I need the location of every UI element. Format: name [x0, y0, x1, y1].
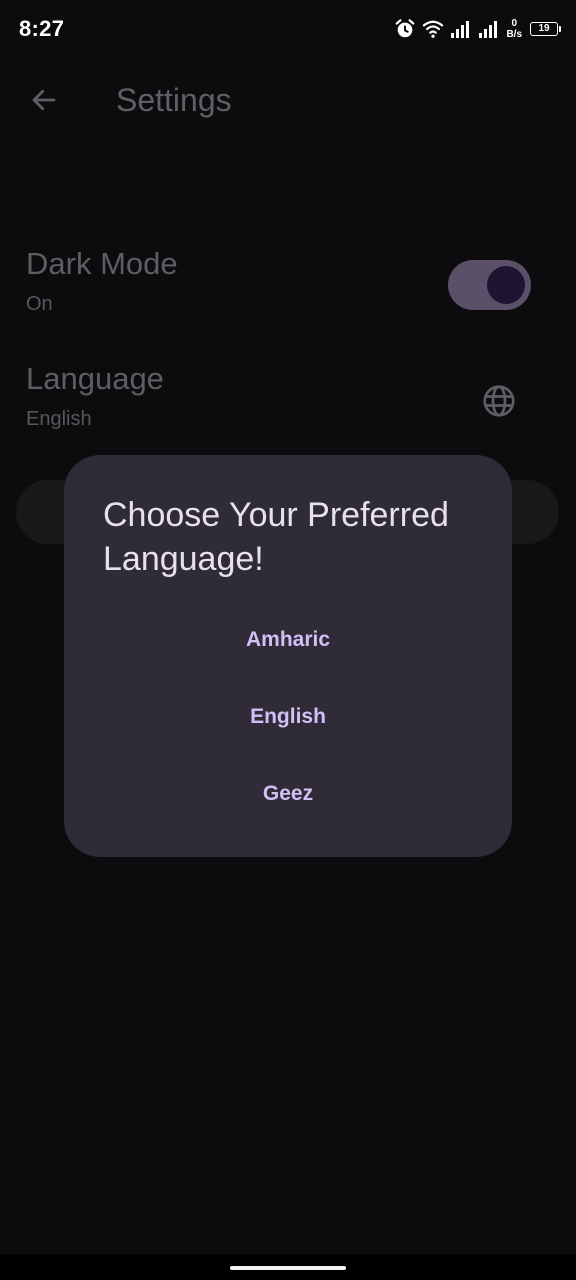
home-indicator[interactable]	[230, 1266, 346, 1270]
battery-icon: 19	[530, 22, 561, 36]
status-bar: 8:27 0 B/s 19	[0, 0, 576, 58]
wifi-icon	[422, 19, 444, 39]
page-title: Settings	[116, 82, 232, 118]
signal-icon-2	[478, 19, 500, 39]
language-option-geez[interactable]: Geez	[64, 766, 512, 822]
signal-icon	[450, 19, 472, 39]
settings-screen: 8:27 0 B/s 19 Settings Dark Mode On Lang…	[0, 0, 576, 1280]
language-title: Language	[26, 361, 164, 396]
status-time: 8:27	[19, 16, 65, 41]
net-speed-value: 0	[511, 18, 517, 29]
dialog-title: Choose Your Preferred Language!	[103, 496, 449, 578]
back-button[interactable]	[22, 80, 66, 124]
status-icons: 0 B/s 19	[394, 16, 561, 42]
alarm-icon	[394, 18, 416, 40]
app-bar: Settings	[0, 60, 576, 144]
dark-mode-title: Dark Mode	[26, 246, 178, 281]
arrow-back-icon	[29, 85, 59, 120]
language-option-english[interactable]: English	[64, 689, 512, 745]
net-speed-unit: B/s	[506, 29, 522, 40]
battery-level: 19	[538, 23, 550, 34]
navigation-bar	[0, 1254, 576, 1280]
dark-mode-toggle[interactable]	[448, 260, 531, 310]
language-dialog: Choose Your Preferred Language! Amharic …	[64, 455, 512, 857]
globe-icon[interactable]	[481, 383, 517, 419]
language-option-amharic[interactable]: Amharic	[64, 612, 512, 668]
dark-mode-status: On	[26, 293, 53, 315]
toggle-thumb	[487, 266, 525, 304]
language-current: English	[26, 408, 92, 430]
net-speed: 0 B/s	[506, 18, 522, 40]
